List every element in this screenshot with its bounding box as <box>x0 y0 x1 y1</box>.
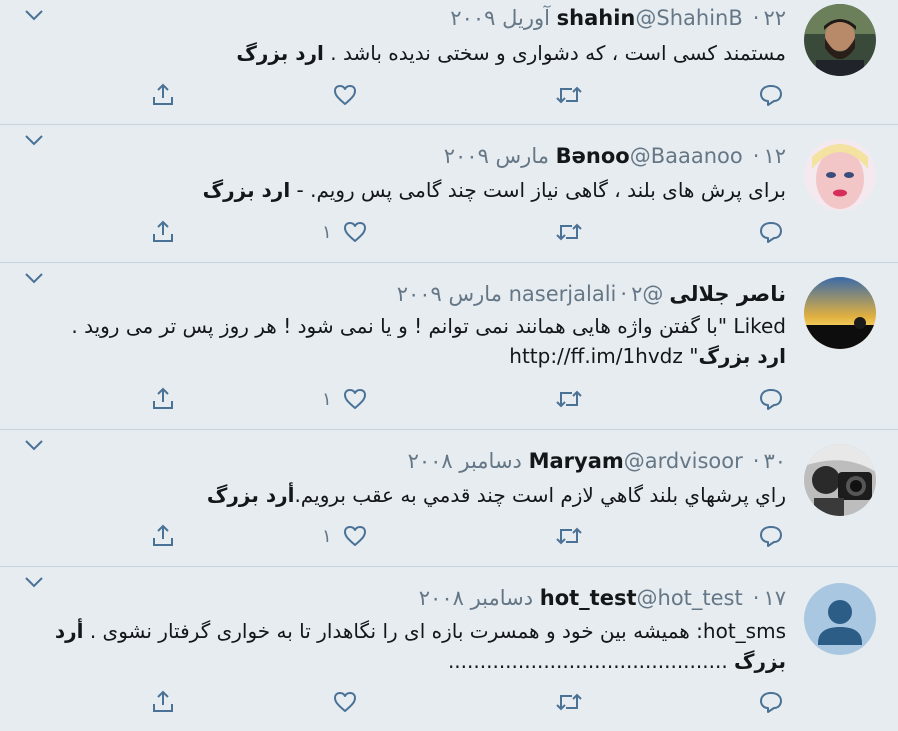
retweet-icon <box>556 527 582 545</box>
share-icon <box>153 387 173 409</box>
tweet-text-main: راي پرشهاي بلند گاهي لازم است چند قدمي ب… <box>294 483 786 507</box>
retweet-button[interactable] <box>554 384 584 414</box>
heart-icon <box>343 389 366 409</box>
tweet-text-main: hot_sms: همیشه بین خود و همسرت بازه ای ر… <box>83 619 786 643</box>
retweet-button[interactable] <box>554 80 584 110</box>
tweet-text: Liked "با گفتن واژه هایی همانند نمی توان… <box>44 311 786 371</box>
retweet-icon <box>556 693 582 711</box>
user-name[interactable]: Bənoo <box>556 144 630 168</box>
reply-icon <box>760 389 782 410</box>
tweet-header: ناصر جلالی@naserjalali·۲ مارس ۲۰۰۹ <box>397 279 786 309</box>
tweet-text-main: Liked "با گفتن واژه هایی همانند نمی توان… <box>71 314 786 338</box>
retweet-button[interactable] <box>554 687 584 717</box>
reply-icon <box>760 692 782 713</box>
tweet-header: Maryam@ardvisoor ·۳۰ دسامبر ۲۰۰۸ <box>408 446 786 476</box>
retweet-icon <box>556 86 582 104</box>
tweet-text: hot_sms: همیشه بین خود و همسرت بازه ای ر… <box>44 616 786 676</box>
tweet-text-main: برای پرش های بلند ، گاهی نیاز است چند گا… <box>290 178 786 202</box>
separator: · <box>752 6 760 30</box>
avatar[interactable] <box>804 4 876 76</box>
user-name[interactable]: Maryam <box>529 449 624 473</box>
tweet-actions <box>0 687 898 717</box>
share-button[interactable] <box>150 80 176 110</box>
like-count: ۱ <box>322 525 332 547</box>
user-handle[interactable]: @hot_test <box>637 586 743 610</box>
like-button[interactable] <box>322 687 358 717</box>
retweet-button[interactable] <box>554 521 584 551</box>
tweet-actions: ۱ <box>0 384 898 414</box>
tweet-text-after: ........................................… <box>447 649 735 673</box>
tweet-timeline: shahin@ShahinB ·۲۲ آوریل ۲۰۰۹ مستمند کسی … <box>0 0 898 731</box>
retweet-icon <box>556 390 582 408</box>
like-count: ۱ <box>322 388 332 410</box>
heart-icon <box>343 526 366 546</box>
tweet[interactable]: hot_test@hot_test ·۱۷ دسامبر ۲۰۰۸ hot_sms… <box>0 567 898 731</box>
heart-icon <box>334 692 356 712</box>
tweet[interactable]: shahin@ShahinB ·۲۲ آوریل ۲۰۰۹ مستمند کسی … <box>0 0 898 125</box>
tweet-actions: ۱ <box>0 521 898 551</box>
user-handle[interactable]: @ardvisoor <box>624 449 743 473</box>
link-text[interactable]: " http://ff.im/1hvdz <box>509 344 698 368</box>
like-count: ۱ <box>322 221 332 243</box>
like-button[interactable]: ۱ <box>322 217 368 247</box>
tweet[interactable]: Bənoo@Baaanoo ·۱۲ مارس ۲۰۰۹ برای پرش های … <box>0 125 898 263</box>
reply-button[interactable] <box>758 687 784 717</box>
chevron-down-icon[interactable] <box>24 133 44 147</box>
like-button[interactable]: ۱ <box>322 384 368 414</box>
tweet-text: برای پرش های بلند ، گاهی نیاز است چند گا… <box>44 175 786 205</box>
reply-icon <box>760 526 782 547</box>
separator: · <box>620 282 628 306</box>
reply-button[interactable] <box>758 384 784 414</box>
chevron-down-icon[interactable] <box>24 271 44 285</box>
user-name[interactable]: hot_test <box>540 586 637 610</box>
heart-icon <box>343 222 366 242</box>
hashtag-author: أرد بزرگ <box>206 483 295 507</box>
tweet-header: hot_test@hot_test ·۱۷ دسامبر ۲۰۰۸ <box>419 583 786 613</box>
tweet-text: مستمند کسی است ، که دشواری و سختی ندیده … <box>44 38 786 68</box>
reply-button[interactable] <box>758 80 784 110</box>
hashtag-author: ارد بزرگ <box>236 41 324 65</box>
tweet-text-main: مستمند کسی است ، که دشواری و سختی ندیده … <box>323 41 786 65</box>
share-icon <box>153 690 173 712</box>
hashtag-author: ارد بزرگ <box>698 344 786 368</box>
separator: · <box>752 586 760 610</box>
retweet-button[interactable] <box>554 217 584 247</box>
like-button[interactable]: ۱ <box>322 521 368 551</box>
tweet-actions <box>0 80 898 110</box>
avatar[interactable] <box>804 583 876 655</box>
share-button[interactable] <box>150 521 176 551</box>
tweet-header: shahin@ShahinB ·۲۲ آوریل ۲۰۰۹ <box>450 3 786 33</box>
tweet[interactable]: ناصر جلالی@naserjalali·۲ مارس ۲۰۰۹ Liked… <box>0 263 898 430</box>
avatar[interactable] <box>804 277 876 349</box>
reply-button[interactable] <box>758 521 784 551</box>
avatar[interactable] <box>804 139 876 211</box>
tweet-actions: ۱ <box>0 217 898 247</box>
share-icon <box>153 83 173 105</box>
chevron-down-icon[interactable] <box>24 438 44 452</box>
heart-icon <box>334 85 356 105</box>
user-name[interactable]: ناصر جلالی <box>669 282 786 306</box>
separator: · <box>752 449 760 473</box>
avatar[interactable] <box>804 444 876 516</box>
separator: · <box>752 144 760 168</box>
share-button[interactable] <box>150 217 176 247</box>
chevron-down-icon[interactable] <box>24 8 44 22</box>
chevron-down-icon[interactable] <box>24 575 44 589</box>
reply-icon <box>760 222 782 243</box>
share-icon <box>153 524 173 546</box>
retweet-icon <box>556 223 582 241</box>
share-button[interactable] <box>150 687 176 717</box>
like-button[interactable] <box>322 80 358 110</box>
user-name[interactable]: shahin <box>557 6 636 30</box>
reply-button[interactable] <box>758 217 784 247</box>
tweet-header: Bənoo@Baaanoo ·۱۲ مارس ۲۰۰۹ <box>444 141 786 171</box>
share-button[interactable] <box>150 384 176 414</box>
user-handle[interactable]: @Baaanoo <box>630 144 743 168</box>
reply-icon <box>760 85 782 106</box>
user-handle[interactable]: @ShahinB <box>635 6 742 30</box>
hashtag-author: ارد بزرگ <box>202 178 291 202</box>
tweet-text: راي پرشهاي بلند گاهي لازم است چند قدمي ب… <box>44 480 786 510</box>
tweet[interactable]: Maryam@ardvisoor ·۳۰ دسامبر ۲۰۰۸ راي پرشه… <box>0 430 898 567</box>
share-icon <box>153 220 173 242</box>
